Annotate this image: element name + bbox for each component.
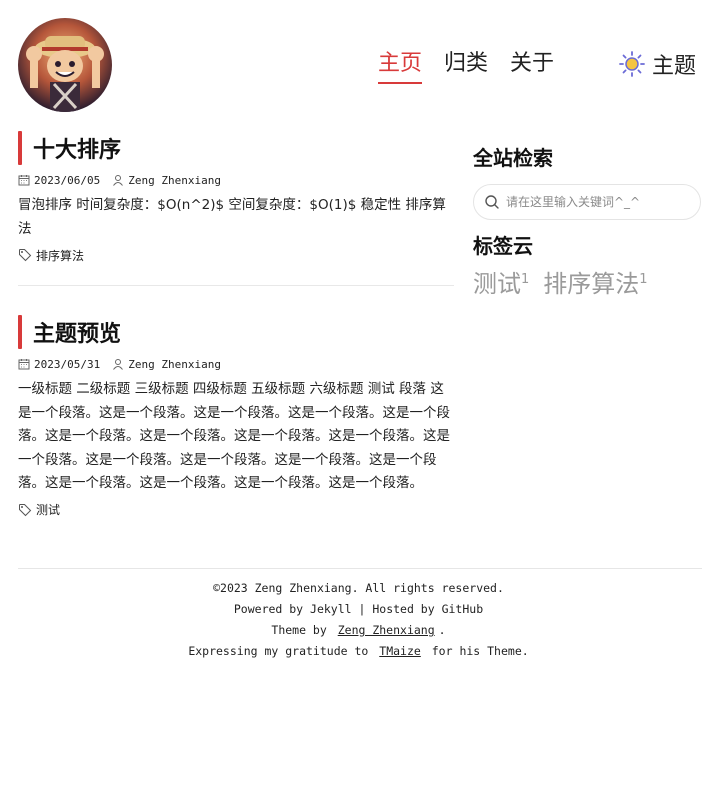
theme-label: 主题: [652, 54, 697, 79]
title-accent-bar: [18, 131, 22, 165]
post-tag-link[interactable]: 排序算法: [36, 247, 84, 264]
tag-count: 1: [521, 272, 530, 287]
post-divider: [18, 285, 454, 286]
post-title-row: 十大排序: [18, 130, 454, 166]
post-tags: 测试: [18, 502, 454, 518]
cloud-tag-link[interactable]: 测试1: [473, 264, 529, 299]
footer-thanks-line: Expressing my gratitude to TMaize for hi…: [188, 644, 529, 658]
tagcloud-title: 标签云: [473, 234, 533, 258]
calendar-icon: [18, 359, 30, 370]
post-title-row: 主题预览: [18, 314, 454, 350]
footer-copyright: ©2023 Zeng Zhenxiang. All rights reserve…: [213, 581, 504, 595]
nav-home[interactable]: 主页: [378, 46, 423, 84]
cloud-tag-link[interactable]: 排序算法1: [543, 264, 647, 299]
main-nav: 主页 归类 关于 主题: [0, 46, 717, 86]
tag-icon: [19, 249, 32, 262]
sun-icon: [619, 51, 645, 77]
post-excerpt: 一级标题 二级标题 三级标题 四级标题 五级标题 六级标题 测试 段落 这是一个…: [18, 381, 450, 491]
tag-count: 1: [639, 272, 648, 287]
theme-toggle-button[interactable]: 主题: [618, 46, 696, 82]
user-icon: [113, 175, 124, 186]
post-tags: 排序算法: [18, 247, 454, 263]
theme-author-link[interactable]: Zeng Zhenxiang: [338, 623, 435, 637]
nav-about[interactable]: 关于: [510, 46, 554, 82]
tag-cloud: 测试1 排序算法1: [473, 264, 703, 299]
post-date: 2023/05/31: [34, 357, 101, 371]
search-icon: [485, 195, 499, 209]
tag-icon: [19, 503, 32, 516]
site-header: 主页 归类 关于 主题: [0, 0, 717, 120]
search-box[interactable]: [473, 184, 701, 220]
search-input[interactable]: [506, 195, 686, 209]
title-accent-bar: [18, 315, 22, 349]
tmaize-link[interactable]: TMaize: [379, 644, 421, 658]
post-date: 2023/06/05: [34, 173, 101, 187]
site-footer: ©2023 Zeng Zhenxiang. All rights reserve…: [0, 578, 717, 662]
footer-powered: Powered by Jekyll | Hosted by GitHub: [233, 602, 484, 616]
user-icon: [113, 359, 124, 370]
post-meta: 2023/06/05 Zeng Zhenxiang: [18, 172, 454, 188]
post-excerpt: 冒泡排序 时间复杂度：$O(n^2)$ 空间复杂度：$O(1)$ 稳定性 排序算…: [18, 197, 446, 237]
calendar-icon: [18, 175, 30, 186]
post-title-link[interactable]: 主题预览: [33, 316, 121, 348]
post-author: Zeng Zhenxiang: [128, 173, 221, 187]
post-item: 十大排序 2023/06/05 Zeng Zhenxiang 冒泡排序 时间复杂…: [18, 130, 454, 286]
post-author: Zeng Zhenxiang: [128, 357, 221, 371]
footer-theme-line: Theme by Zeng Zhenxiang.: [271, 623, 446, 637]
post-title-link[interactable]: 十大排序: [33, 132, 121, 164]
post-meta: 2023/05/31 Zeng Zhenxiang: [18, 356, 454, 372]
post-item: 主题预览 2023/05/31 Zeng Zhenxiang 一级标题 二级标题…: [18, 314, 454, 518]
footer-divider: [18, 568, 702, 569]
sidebar: 全站检索 标签云 测试1 排序算法1: [473, 142, 703, 299]
post-list: 十大排序 2023/06/05 Zeng Zhenxiang 冒泡排序 时间复杂…: [18, 130, 454, 518]
search-title: 全站检索: [473, 146, 553, 170]
post-tag-link[interactable]: 测试: [36, 501, 60, 518]
nav-categories[interactable]: 归类: [444, 46, 488, 82]
